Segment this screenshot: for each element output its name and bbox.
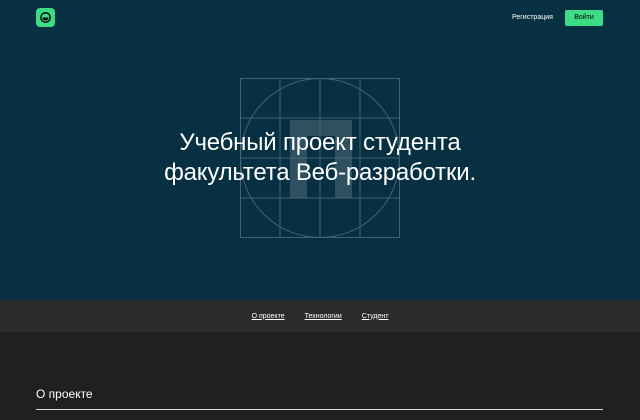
register-link[interactable]: Регистрация (512, 13, 553, 22)
page: Регистрация Войти Учебный проект студент… (0, 0, 640, 420)
smiley-face-icon (40, 12, 51, 23)
hero-section: Регистрация Войти Учебный проект студент… (0, 0, 640, 300)
about-heading: О проекте (36, 387, 93, 401)
about-section: О проекте (0, 332, 640, 420)
hero-title: Учебный проект студента факультета Веб-р… (164, 129, 476, 186)
logo[interactable] (36, 8, 55, 27)
section-nav: О проекте Технологии Студент (0, 300, 640, 332)
nav-link-technologies[interactable]: Технологии (305, 313, 342, 320)
nav-link-student[interactable]: Студент (362, 313, 389, 320)
login-button[interactable]: Войти (565, 10, 603, 26)
divider (36, 409, 603, 410)
nav-link-about[interactable]: О проекте (252, 313, 285, 320)
site-header: Регистрация Войти (0, 0, 640, 36)
